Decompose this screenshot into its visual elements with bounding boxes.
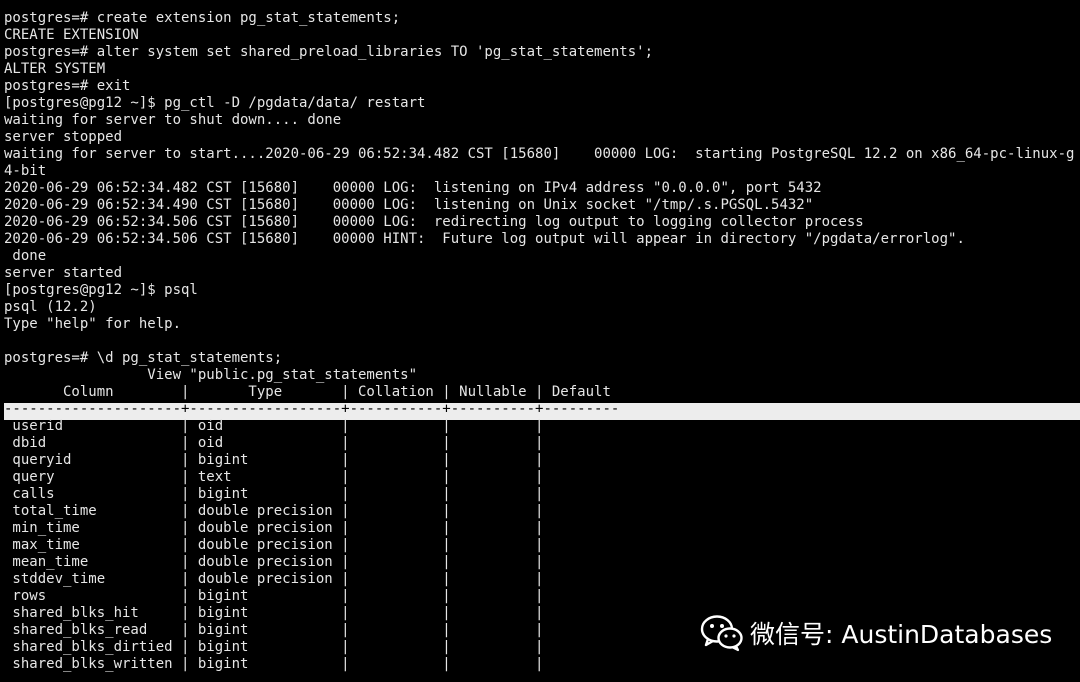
terminal-line: userid | oid | | | <box>4 418 544 434</box>
terminal-line: View "public.pg_stat_statements" <box>4 367 418 383</box>
terminal-line: [postgres@pg12 ~]$ psql <box>4 282 198 298</box>
terminal-line: max_time | double precision | | | <box>4 537 544 553</box>
terminal-line: server started <box>4 265 123 281</box>
terminal-line: psql (12.2) <box>4 299 97 315</box>
terminal-line: 4-bit <box>4 163 47 179</box>
wechat-icon <box>700 615 743 652</box>
terminal-line: stddev_time | double precision | | | <box>4 571 544 587</box>
terminal-line: shared_blks_hit | bigint | | | <box>4 605 544 621</box>
terminal-line: shared_blks_written | bigint | | | <box>4 656 544 672</box>
terminal-line: postgres=# alter system set shared_prelo… <box>4 44 654 60</box>
terminal-line: [postgres@pg12 ~]$ pg_ctl -D /pgdata/dat… <box>4 95 426 111</box>
terminal-line: postgres=# exit <box>4 78 131 94</box>
terminal-line: Column | Type | Collation | Nullable | D… <box>4 384 611 400</box>
terminal-line: waiting for server to shut down.... done <box>4 112 342 128</box>
terminal-line: CREATE EXTENSION <box>4 27 139 43</box>
terminal-line: waiting for server to start....2020-06-2… <box>4 146 1075 162</box>
terminal-line: ALTER SYSTEM <box>4 61 106 77</box>
terminal-line: shared_blks_dirtied | bigint | | | <box>4 639 544 655</box>
terminal-line: total_time | double precision | | | <box>4 503 544 519</box>
terminal-line: postgres=# create extension pg_stat_stat… <box>4 10 401 26</box>
terminal-line: 2020-06-29 06:52:34.506 CST [15680] 0000… <box>4 214 864 230</box>
terminal-line: server stopped <box>4 129 123 145</box>
watermark: 微信号: AustinDatabases <box>700 612 1052 654</box>
terminal-line: shared_blks_read | bigint | | | <box>4 622 544 638</box>
terminal-line: postgres=# \d pg_stat_statements; <box>4 350 283 366</box>
terminal-line: queryid | bigint | | | <box>4 452 544 468</box>
watermark-text: 微信号: AustinDatabases <box>750 620 1053 649</box>
terminal-line: calls | bigint | | | <box>4 486 544 502</box>
terminal-line: done <box>4 248 47 264</box>
terminal-window[interactable]: postgres=# create extension pg_stat_stat… <box>0 0 1080 682</box>
terminal-line: 2020-06-29 06:52:34.482 CST [15680] 0000… <box>4 180 822 196</box>
terminal-line: dbid | oid | | | <box>4 435 544 451</box>
terminal-line: query | text | | | <box>4 469 544 485</box>
terminal-line: rows | bigint | | | <box>4 588 544 604</box>
terminal-line: mean_time | double precision | | | <box>4 554 544 570</box>
terminal-line: ---------------------+------------------… <box>4 401 620 417</box>
terminal-line: 2020-06-29 06:52:34.490 CST [15680] 0000… <box>4 197 814 213</box>
terminal-line: 2020-06-29 06:52:34.506 CST [15680] 0000… <box>4 231 965 247</box>
terminal-line: Type "help" for help. <box>4 316 182 332</box>
terminal-line: min_time | double precision | | | <box>4 520 544 536</box>
